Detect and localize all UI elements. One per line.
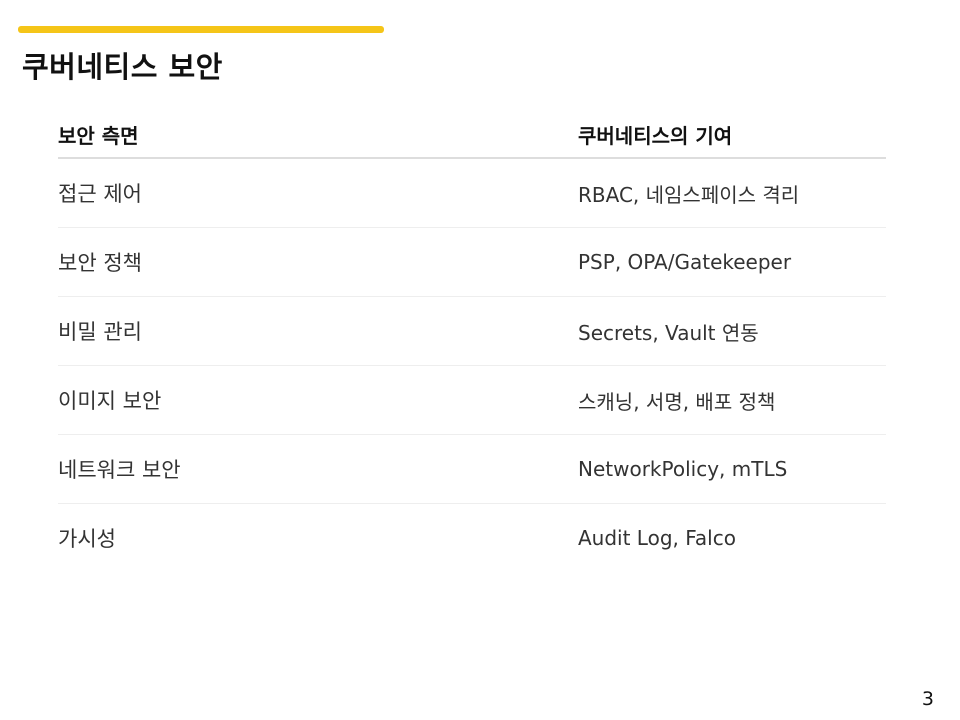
table-row: 비밀 관리 Secrets, Vault 연동 [58,297,886,366]
aspect-cell: 비밀 관리 [58,320,142,344]
aspect-cell: 보안 정책 [58,251,142,275]
contribution-cell: 스캐닝, 서명, 배포 정책 [578,389,776,414]
contribution-cell: RBAC, 네임스페이스 격리 [578,182,800,207]
aspect-cell: 가시성 [58,527,116,551]
header-aspect: 보안 측면 [58,124,139,148]
table-row: 접근 제어 RBAC, 네임스페이스 격리 [58,159,886,228]
table-row: 가시성 Audit Log, Falco [58,504,886,572]
table-row: 이미지 보안 스캐닝, 서명, 배포 정책 [58,366,886,435]
security-table: 보안 측면 쿠버네티스의 기여 접근 제어 RBAC, 네임스페이스 격리 보안… [58,112,886,572]
contribution-cell: PSP, OPA/Gatekeeper [578,250,792,274]
aspect-cell: 접근 제어 [58,182,142,206]
table-row: 네트워크 보안 NetworkPolicy, mTLS [58,435,886,504]
aspect-cell: 이미지 보안 [58,389,162,413]
slide-title: 쿠버네티스 보안 [22,50,223,84]
table-row: 보안 정책 PSP, OPA/Gatekeeper [58,228,886,297]
header-contribution: 쿠버네티스의 기여 [578,124,733,148]
page-number: 3 [921,688,934,710]
contribution-cell: Audit Log, Falco [578,526,736,550]
contribution-cell: NetworkPolicy, mTLS [578,457,788,481]
table-header-row: 보안 측면 쿠버네티스의 기여 [58,112,886,159]
aspect-cell: 네트워크 보안 [58,458,181,482]
title-accent-bar [18,26,384,33]
contribution-cell: Secrets, Vault 연동 [578,320,759,345]
